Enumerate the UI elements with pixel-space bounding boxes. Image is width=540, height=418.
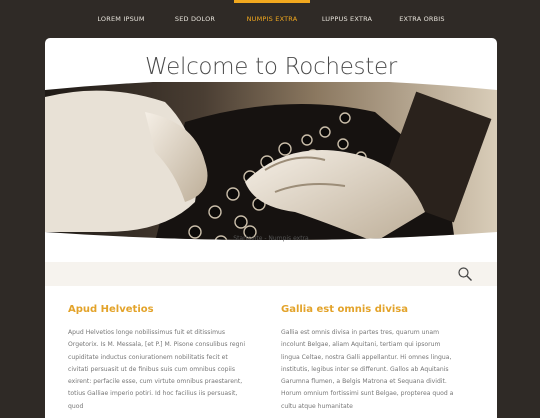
column-heading: Gallia est omnis divisa [281,304,408,315]
column-text: Gallia est omnis divisa in partes tres, … [281,329,454,410]
search-icon[interactable] [457,266,473,282]
nav-item-numpis-extra[interactable]: NUMPIS EXTRA [234,0,310,38]
column-apud-helvetios: Apud Helvetios Apud Helvetios longe nobi… [68,304,248,413]
nav-item-extra-orbis[interactable]: EXTRA ORBIS [394,0,450,38]
search-bar [45,262,497,286]
column-heading: Apud Helvetios [68,304,154,315]
content-page: Welcome to Rochester Startseite - Numpis… [45,38,497,418]
page-title: Welcome to Rochester [145,54,397,80]
column-text: Apud Helvetios longe nobilissimus fuit e… [68,329,246,410]
nav-item-luppus-extra[interactable]: LUPPUS EXTRA [318,0,376,38]
top-navigation: LOREM IPSUM SED DOLOR NUMPIS EXTRA LUPPU… [0,0,540,38]
hero-image-typewriter [45,82,497,240]
column-gallia: Gallia est omnis divisa Gallia est omnis… [281,304,461,413]
nav-item-lorem-ipsum[interactable]: LOREM IPSUM [92,0,150,38]
nav-item-sed-dolor[interactable]: SED DOLOR [170,0,220,38]
breadcrumb: Startseite - Numpis extra [233,235,309,242]
